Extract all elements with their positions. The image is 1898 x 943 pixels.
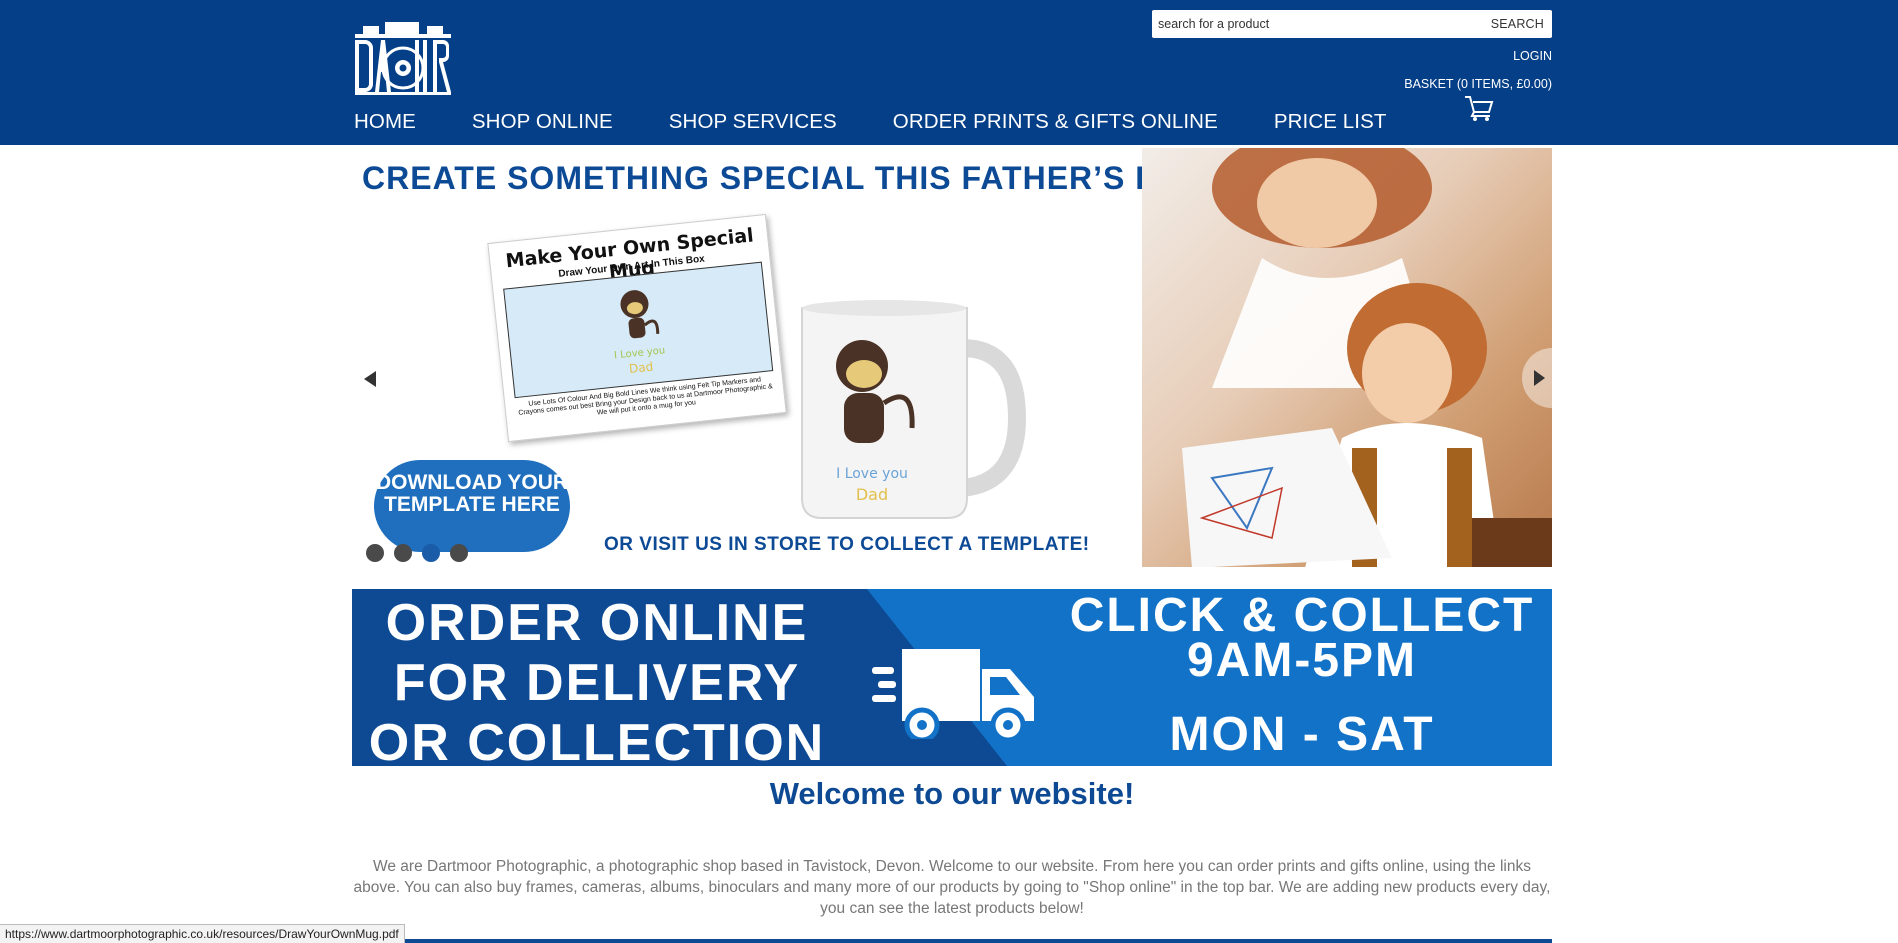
slider-dot-1[interactable] [366,544,384,562]
mug-template-card: Make Your Own Special Mug Draw Your Own … [487,213,787,443]
hero-slider: CREATE SOMETHING SPECIAL THIS FATHER’S D… [352,148,1552,567]
banner-left-line-2: FOR DELIVERY [393,654,801,712]
section-divider [352,939,1552,943]
welcome-title: Welcome to our website! [769,776,1135,811]
banner-hours: 9AM-5PM [1186,634,1418,687]
download-template-button[interactable]: DOWNLOAD YOUR TEMPLATE HERE [374,460,570,552]
nav-home[interactable]: HOME [354,110,416,138]
basket-link[interactable]: BASKET (0 ITEMS, £0.00) [1404,77,1552,91]
mug-caption-1: I Love you [836,466,908,482]
login-link[interactable]: LOGIN [1513,49,1552,63]
delivery-banner[interactable]: ORDER ONLINE FOR DELIVERY OR COLLECTION … [352,589,1552,766]
father-son-photo [1142,148,1552,567]
site-logo[interactable] [353,20,453,96]
slider-dot-2[interactable] [394,544,412,562]
drawing-caption-2: Dad [628,360,654,376]
mug-caption-2: Dad [856,485,888,504]
welcome-text: We are Dartmoor Photographic, a photogra… [353,858,1551,917]
banner-click-collect: CLICK & COLLECT [1069,589,1535,642]
site-header: SEARCH LOGIN BASKET (0 ITEMS, £0.00) HOM… [0,0,1898,145]
search-box: SEARCH [1152,10,1552,38]
delivery-truck-icon [870,639,1040,743]
status-bar-url: https://www.dartmoorphotographic.co.uk/r… [0,924,405,943]
banner-left-line-3: OR COLLECTION [368,714,826,766]
slider-dot-4[interactable] [450,544,468,562]
banner-click-collect-text: CLICK & COLLECT 9AM-5PM MON - SAT [1052,589,1552,759]
search-input[interactable] [1152,10,1472,38]
slide-content: CREATE SOMETHING SPECIAL THIS FATHER’S D… [352,148,1202,567]
slider-dot-3[interactable] [422,544,440,562]
slide-headline: CREATE SOMETHING SPECIAL THIS FATHER’S D… [362,160,1203,196]
nav-price-list[interactable]: PRICE LIST [1274,110,1387,138]
banner-days: MON - SAT [1169,708,1435,761]
search-button[interactable]: SEARCH [1491,10,1544,38]
banner-left-line-1: ORDER ONLINE [385,594,809,652]
drawing-caption-1: I Love you [614,345,666,361]
nav-shop-services[interactable]: SHOP SERVICES [669,110,837,138]
visit-store-text: OR VISIT US IN STORE TO COLLECT A TEMPLA… [604,534,1090,555]
nav-shop-online[interactable]: SHOP ONLINE [472,110,613,138]
slider-dots [366,544,468,562]
nav-order-prints-gifts[interactable]: ORDER PRINTS & GIFTS ONLINE [893,110,1218,138]
slider-prev-arrow[interactable] [362,370,378,388]
banner-order-online-text: ORDER ONLINE FOR DELIVERY OR COLLECTION [352,593,842,766]
cart-icon[interactable] [1463,94,1495,122]
mug-image: I Love you Dad [782,278,1032,528]
main-nav: HOME SHOP ONLINE SHOP SERVICES ORDER PRI… [354,110,1442,138]
